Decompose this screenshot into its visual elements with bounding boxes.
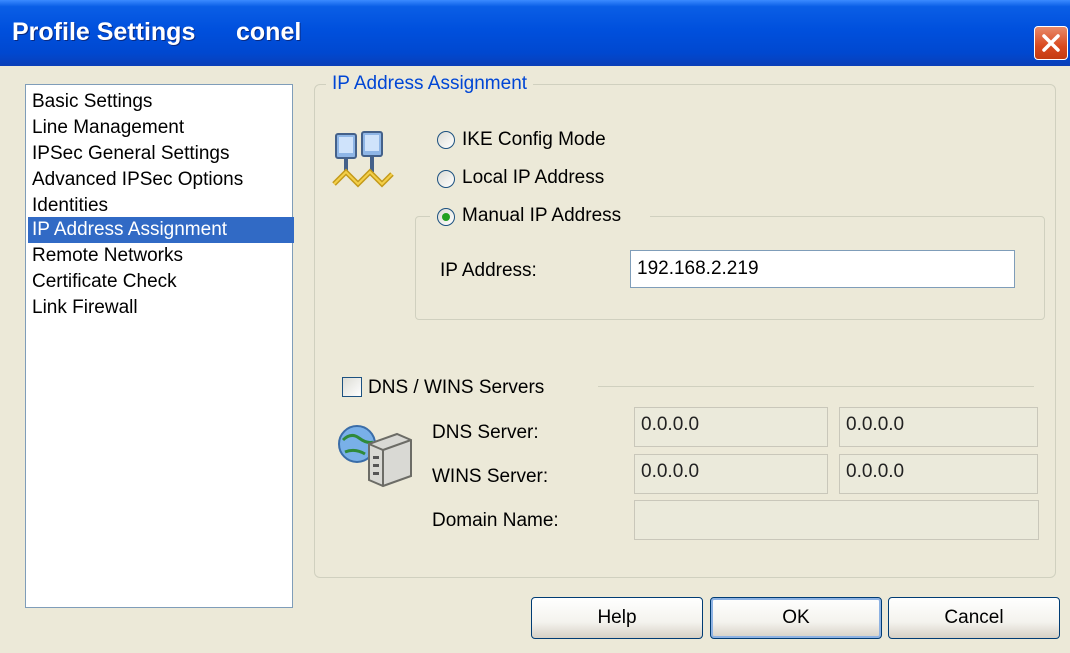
ip-address-label: IP Address: [440, 260, 537, 281]
ike-config-mode-label: IKE Config Mode [462, 129, 606, 150]
sidebar-item-remote-networks[interactable]: Remote Networks [32, 243, 183, 269]
title-bar[interactable]: Profile Settings conel [0, 0, 1070, 66]
local-ip-address-radio[interactable] [437, 170, 455, 188]
close-icon [1042, 34, 1060, 52]
ip-address-assignment-group-label: IP Address Assignment [326, 73, 534, 95]
sidebar-item-advanced-ipsec-options[interactable]: Advanced IPSec Options [32, 167, 243, 193]
dns-server-2-field[interactable]: 0.0.0.0 [839, 407, 1038, 447]
dns-server-1-field[interactable]: 0.0.0.0 [634, 407, 828, 447]
close-button[interactable] [1034, 26, 1068, 60]
manual-ip-address-radio[interactable] [437, 208, 455, 226]
domain-name-field[interactable] [634, 500, 1039, 540]
help-button[interactable]: Help [531, 597, 703, 639]
dns-server-label: DNS Server: [432, 422, 539, 443]
wins-server-1-field[interactable]: 0.0.0.0 [634, 454, 828, 494]
sidebar-item-link-firewall[interactable]: Link Firewall [32, 295, 138, 321]
manual-ip-address-label: Manual IP Address [462, 205, 622, 226]
settings-category-list[interactable]: Basic Settings Line Management IPSec Gen… [25, 84, 294, 608]
wins-server-label: WINS Server: [432, 466, 549, 487]
radio-selected-dot [442, 213, 450, 221]
sidebar-item-line-management[interactable]: Line Management [32, 115, 184, 141]
sidebar-item-identities[interactable]: Identities [32, 193, 108, 219]
sidebar-item-ipsec-general-settings[interactable]: IPSec General Settings [32, 141, 230, 167]
dns-wins-servers-label: DNS / WINS Servers [368, 377, 545, 398]
dns-section-divider [598, 386, 1034, 387]
domain-name-label: Domain Name: [432, 510, 559, 531]
sidebar-item-basic-settings[interactable]: Basic Settings [32, 89, 152, 115]
ok-button[interactable]: OK [710, 597, 882, 639]
dns-wins-servers-checkbox[interactable] [342, 377, 362, 397]
cancel-button[interactable]: Cancel [888, 597, 1060, 639]
dns-server-icon [338, 425, 412, 488]
local-ip-address-label: Local IP Address [462, 167, 605, 188]
sidebar-item-ip-address-assignment[interactable]: IP Address Assignment [28, 217, 294, 243]
sidebar-item-certificate-check[interactable]: Certificate Check [32, 269, 177, 295]
window-title: Profile Settings [12, 18, 196, 46]
network-computers-icon [332, 131, 394, 188]
window-title-user: conel [236, 18, 302, 46]
ike-config-mode-radio[interactable] [437, 131, 455, 149]
ip-address-field[interactable]: 192.168.2.219 [630, 250, 1015, 288]
wins-server-2-field[interactable]: 0.0.0.0 [839, 454, 1038, 494]
